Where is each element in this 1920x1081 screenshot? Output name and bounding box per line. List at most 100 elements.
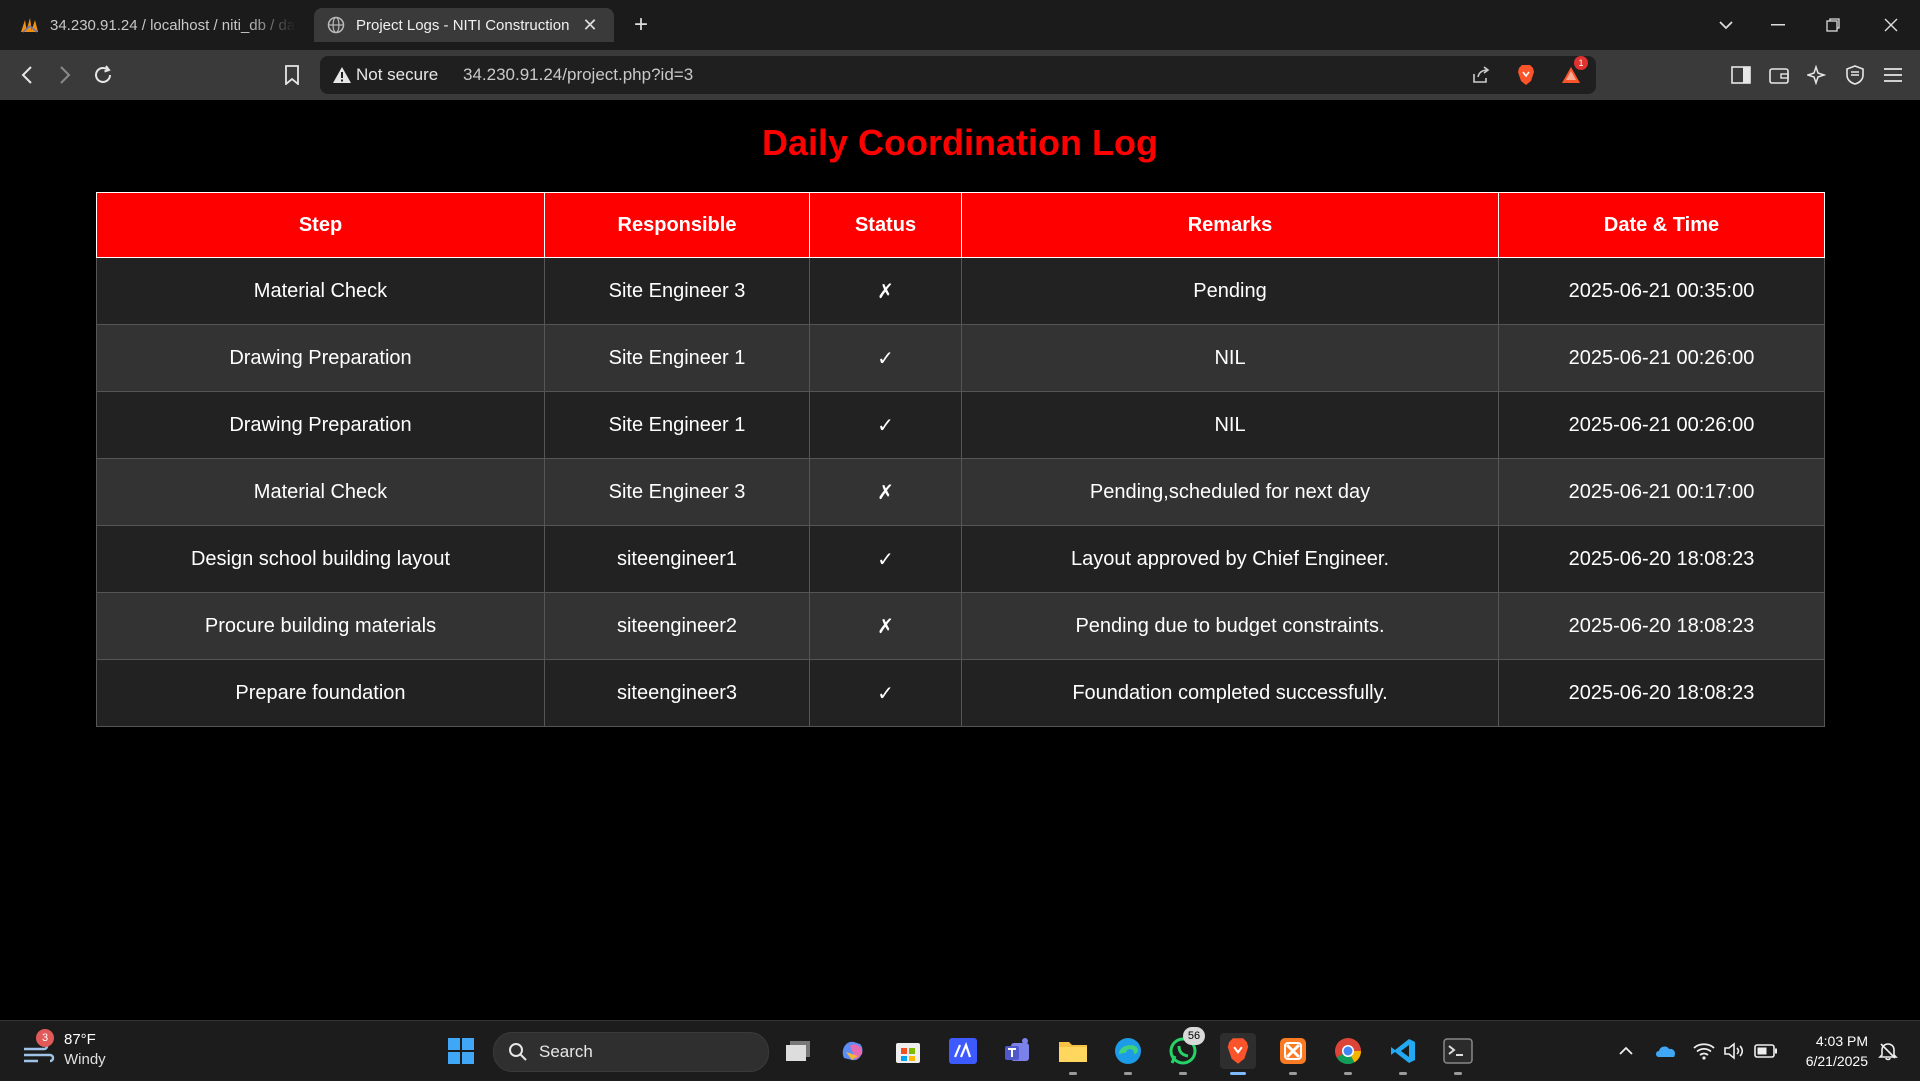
tab-search-chevron-icon[interactable] (1706, 10, 1746, 40)
wallet-icon[interactable] (1764, 60, 1794, 90)
cell-remarks: Layout approved by Chief Engineer. (961, 525, 1499, 593)
notification-badge: 1 (1574, 56, 1588, 70)
cell-datetime: 2025-06-21 00:26:00 (1498, 324, 1825, 392)
cell-remarks: Pending due to budget constraints. (961, 592, 1499, 660)
onedrive-icon[interactable] (1654, 1039, 1678, 1063)
microsoft-store-icon[interactable] (890, 1033, 926, 1069)
tab-title: Project Logs - NITI Construction (356, 16, 570, 34)
cell-step: Material Check (96, 458, 545, 526)
battery-icon[interactable] (1754, 1039, 1778, 1063)
cell-datetime: 2025-06-20 18:08:23 (1498, 525, 1825, 593)
leo-ai-icon[interactable] (1802, 60, 1832, 90)
security-status-label[interactable]: Not secure (356, 65, 438, 85)
cell-responsible: siteengineer2 (544, 592, 810, 660)
column-header-responsible: Responsible (544, 192, 810, 258)
close-tab-icon[interactable]: ✕ (578, 13, 602, 37)
cell-status-icon: ✗ (809, 592, 962, 660)
cell-remarks: Foundation completed successfully. (961, 659, 1499, 727)
cell-remarks: NIL (961, 324, 1499, 392)
chrome-icon[interactable] (1330, 1033, 1366, 1075)
weather-badge: 3 (36, 1029, 54, 1047)
column-header-date-time: Date & Time (1498, 192, 1825, 258)
cell-responsible: Site Engineer 1 (544, 391, 810, 459)
tab-phpmyadmin[interactable]: 34.230.91.24 / localhost / niti_db / dat… (8, 8, 308, 42)
wifi-icon[interactable] (1692, 1039, 1716, 1063)
cell-status-icon: ✓ (809, 324, 962, 392)
vpn-shield-icon[interactable] (1840, 60, 1870, 90)
bookmark-icon[interactable] (277, 60, 307, 90)
system-clock[interactable]: 4:03 PM 6/21/2025 (1790, 1031, 1868, 1071)
column-header-step: Step (96, 192, 545, 258)
table-row: Drawing Preparation Site Engineer 1 ✓ NI… (96, 324, 1825, 392)
menu-icon[interactable] (1878, 60, 1908, 90)
back-icon[interactable] (12, 60, 42, 90)
copilot-icon[interactable] (835, 1033, 871, 1069)
file-explorer-icon[interactable] (1055, 1033, 1091, 1075)
cell-remarks: NIL (961, 391, 1499, 459)
weather-temperature[interactable]: 87°F (64, 1031, 96, 1048)
cell-step: Drawing Preparation (96, 391, 545, 459)
phpmyadmin-favicon-icon (20, 15, 40, 35)
weather-condition[interactable]: Windy (64, 1051, 106, 1068)
reload-icon[interactable] (88, 60, 118, 90)
volume-icon[interactable] (1722, 1039, 1746, 1063)
new-tab-button[interactable]: + (628, 11, 654, 38)
brave-rewards-icon[interactable]: 1 (1556, 56, 1588, 90)
forward-icon[interactable] (50, 60, 80, 90)
whatsapp-badge: 56 (1183, 1027, 1205, 1045)
task-view-icon[interactable] (780, 1033, 816, 1069)
table-row: Prepare foundation siteengineer3 ✓ Found… (96, 659, 1825, 727)
restore-icon[interactable] (1813, 10, 1853, 40)
warning-icon[interactable] (332, 65, 352, 85)
windows-taskbar: 3 87°F Windy Search 56 4:03 PM 6/21/2025 (0, 1020, 1920, 1081)
column-header-status: Status (809, 192, 962, 258)
address-bar[interactable]: Not secure 34.230.91.24/project.php?id=3… (320, 56, 1596, 94)
cell-responsible: Site Engineer 1 (544, 324, 810, 392)
windows-start-icon[interactable] (443, 1033, 479, 1069)
cell-datetime: 2025-06-20 18:08:23 (1498, 659, 1825, 727)
cell-status-icon: ✓ (809, 525, 962, 593)
search-icon (508, 1042, 528, 1067)
running-indicator (1454, 1072, 1462, 1075)
xampp-icon[interactable] (1275, 1033, 1311, 1075)
cell-remarks: Pending (961, 257, 1499, 325)
running-indicator (1124, 1072, 1132, 1075)
tab-project-logs[interactable]: Project Logs - NITI Construction ✕ (314, 8, 614, 42)
taskbar-search[interactable]: Search (493, 1032, 769, 1072)
markdown-editor-icon[interactable] (945, 1033, 981, 1069)
browser-tab-strip: 34.230.91.24 / localhost / niti_db / dat… (0, 0, 1920, 50)
table-row: Material Check Site Engineer 3 ✗ Pending… (96, 458, 1825, 526)
running-indicator (1289, 1072, 1297, 1075)
cell-datetime: 2025-06-21 00:35:00 (1498, 257, 1825, 325)
brave-shields-icon[interactable] (1511, 60, 1541, 90)
cell-responsible: siteengineer3 (544, 659, 810, 727)
sidebar-icon[interactable] (1726, 60, 1756, 90)
notifications-bell-icon[interactable] (1876, 1039, 1900, 1063)
table-row: Material Check Site Engineer 3 ✗ Pending… (96, 257, 1825, 325)
cell-responsible: siteengineer1 (544, 525, 810, 593)
cell-status-icon: ✗ (809, 458, 962, 526)
running-indicator (1179, 1072, 1187, 1075)
tab-title: 34.230.91.24 / localhost / niti_db / dat… (50, 16, 296, 34)
whatsapp-icon[interactable]: 56 (1165, 1027, 1205, 1075)
teams-icon[interactable] (1000, 1033, 1036, 1069)
edge-icon[interactable] (1110, 1033, 1146, 1075)
vscode-icon[interactable] (1385, 1033, 1421, 1075)
table-header-row: Step Responsible Status Remarks Date & T… (96, 192, 1825, 258)
show-hidden-icons-chevron-icon[interactable] (1614, 1039, 1638, 1063)
url-text[interactable]: 34.230.91.24/project.php?id=3 (463, 65, 693, 85)
cell-step: Design school building layout (96, 525, 545, 593)
brave-browser-icon[interactable] (1220, 1033, 1256, 1075)
cell-datetime: 2025-06-21 00:26:00 (1498, 391, 1825, 459)
cell-datetime: 2025-06-20 18:08:23 (1498, 592, 1825, 660)
table-row: Design school building layout siteengine… (96, 525, 1825, 593)
minimize-icon[interactable] (1758, 10, 1798, 40)
close-window-icon[interactable] (1871, 10, 1911, 40)
clock-date: 6/21/2025 (1805, 1053, 1868, 1069)
terminal-icon[interactable] (1440, 1033, 1476, 1075)
cell-datetime: 2025-06-21 00:17:00 (1498, 458, 1825, 526)
cell-step: Material Check (96, 257, 545, 325)
share-icon[interactable] (1466, 60, 1496, 90)
browser-toolbar: Not secure 34.230.91.24/project.php?id=3… (0, 50, 1920, 100)
cell-responsible: Site Engineer 3 (544, 257, 810, 325)
